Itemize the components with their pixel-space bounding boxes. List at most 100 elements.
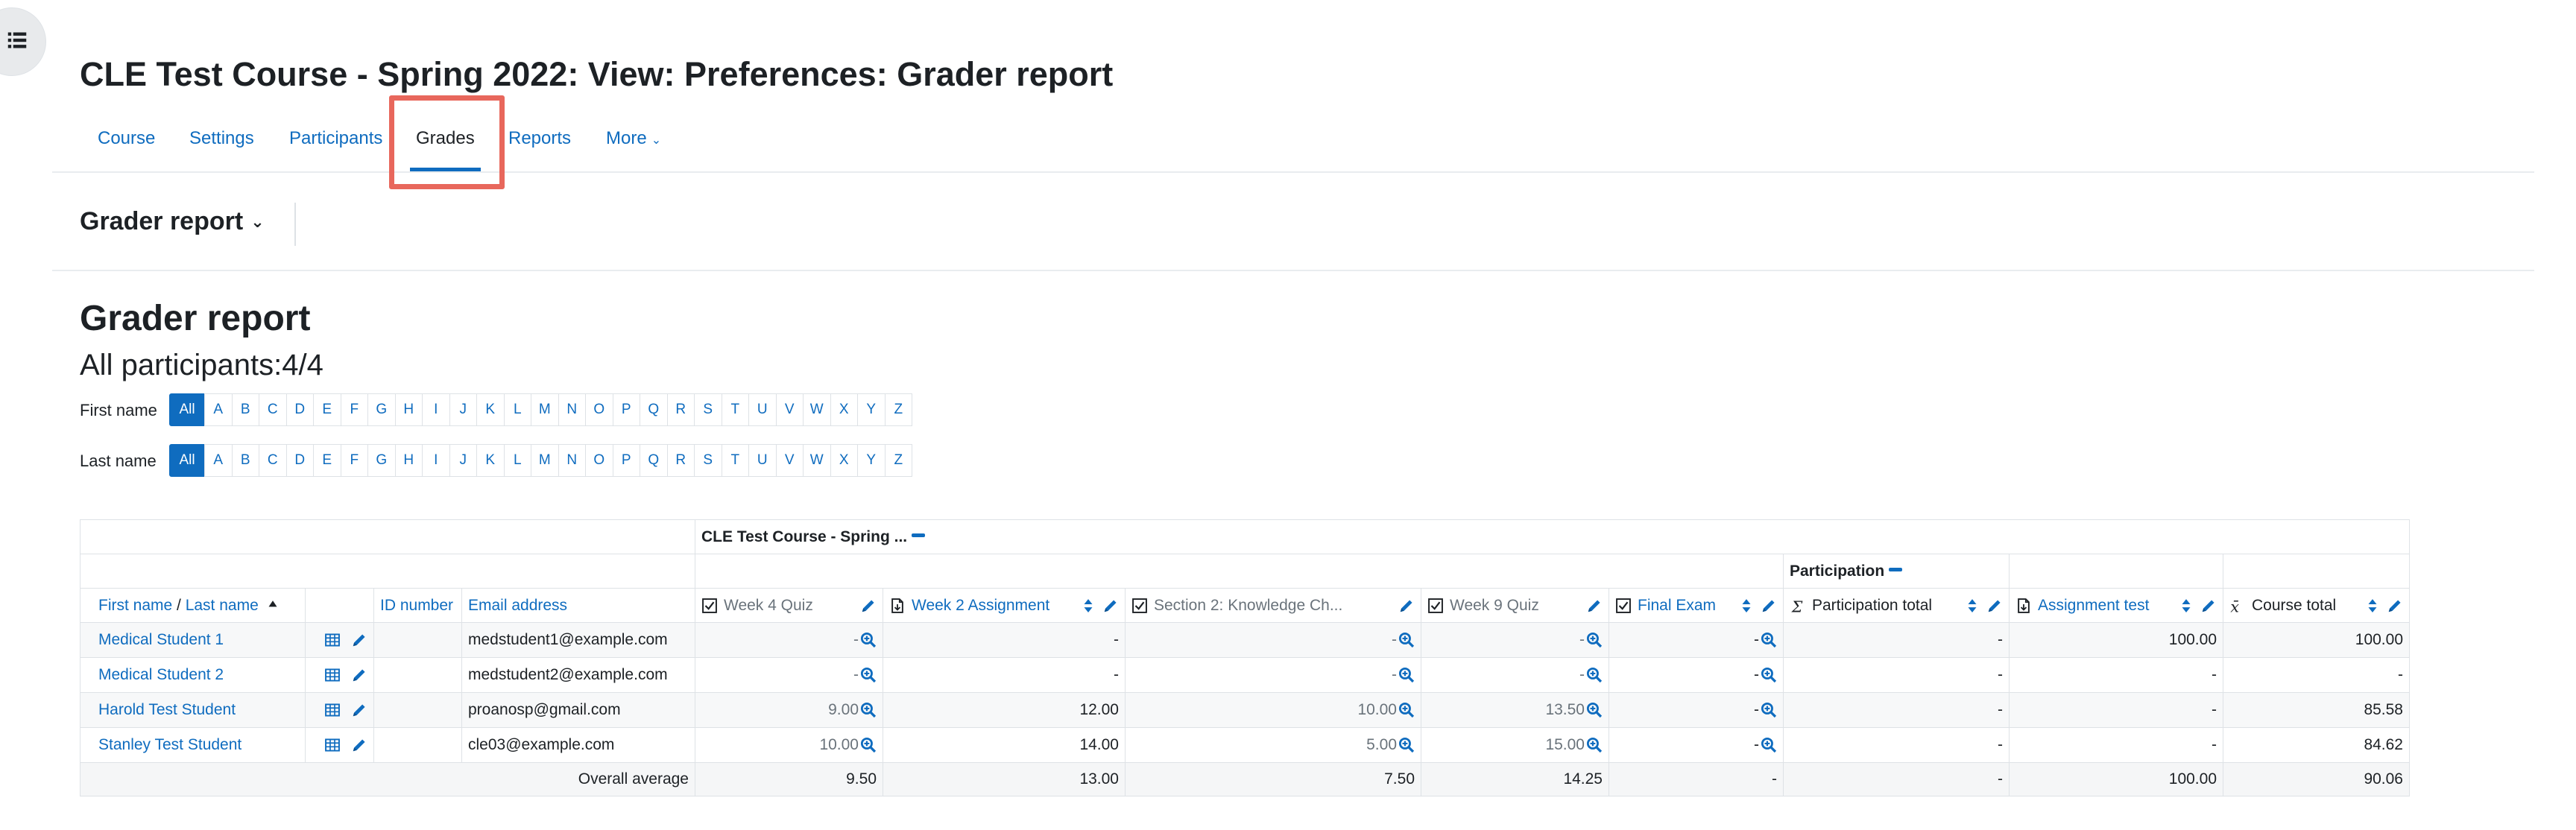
last-initial-all[interactable]: All [169, 444, 205, 477]
last-initial-i[interactable]: I [422, 444, 450, 477]
grade-cell[interactable]: - [1421, 657, 1609, 693]
last-initial-y[interactable]: Y [857, 444, 886, 477]
first-initial-z[interactable]: Z [884, 393, 912, 426]
last-initial-f[interactable]: F [340, 444, 368, 477]
last-initial-j[interactable]: J [449, 444, 477, 477]
zoom-in-icon[interactable] [860, 667, 877, 683]
grade-cell[interactable]: - [2009, 727, 2223, 763]
collapse-icon[interactable] [1889, 567, 1903, 571]
last-initial-m[interactable]: M [531, 444, 559, 477]
grade-cell[interactable]: - [1783, 622, 2010, 658]
last-initial-x[interactable]: X [830, 444, 858, 477]
pencil-icon[interactable] [1586, 598, 1603, 614]
grade-cell[interactable]: - [2009, 692, 2223, 728]
grade-cell[interactable]: - [1609, 727, 1784, 763]
last-initial-n[interactable]: N [558, 444, 586, 477]
sort-icon[interactable] [1738, 598, 1755, 614]
grade-cell[interactable]: - [1783, 657, 2010, 693]
pencil-icon[interactable] [1986, 598, 2003, 614]
last-initial-c[interactable]: C [259, 444, 287, 477]
grade-cell[interactable]: 5.00 [1125, 727, 1421, 763]
first-initial-j[interactable]: J [449, 393, 477, 426]
pencil-icon[interactable] [351, 737, 367, 753]
grade-cell[interactable]: - [1125, 657, 1421, 693]
grade-cell[interactable]: 100.00 [2223, 622, 2410, 658]
zoom-in-icon[interactable] [1761, 702, 1777, 718]
last-initial-g[interactable]: G [367, 444, 396, 477]
table-icon[interactable] [324, 667, 341, 683]
grade-cell[interactable]: 12.00 [883, 692, 1126, 728]
first-initial-d[interactable]: D [285, 393, 314, 426]
first-initial-v[interactable]: V [775, 393, 804, 426]
pencil-icon[interactable] [1398, 598, 1415, 614]
grade-cell[interactable]: - [1783, 727, 2010, 763]
first-initial-b[interactable]: B [231, 393, 259, 426]
first-initial-i[interactable]: I [422, 393, 450, 426]
last-initial-d[interactable]: D [285, 444, 314, 477]
tab-settings[interactable]: Settings [189, 98, 254, 171]
last-initial-v[interactable]: V [775, 444, 804, 477]
last-initial-e[interactable]: E [313, 444, 341, 477]
grade-cell[interactable]: - [1609, 692, 1784, 728]
last-initial-w[interactable]: W [803, 444, 831, 477]
zoom-in-icon[interactable] [860, 702, 877, 718]
first-initial-a[interactable]: A [204, 393, 233, 426]
last-initial-k[interactable]: K [476, 444, 505, 477]
tab-participants[interactable]: Participants [289, 98, 382, 171]
student-name-link[interactable]: Stanley Test Student [86, 736, 242, 753]
table-icon[interactable] [324, 702, 341, 718]
grade-cell[interactable]: - [883, 657, 1126, 693]
pencil-icon[interactable] [351, 632, 367, 648]
first-initial-all[interactable]: All [169, 393, 205, 426]
sort-last-name[interactable]: Last name [186, 597, 259, 614]
last-initial-z[interactable]: Z [884, 444, 912, 477]
first-initial-s[interactable]: S [694, 393, 722, 426]
grade-cell[interactable]: - [2009, 657, 2223, 693]
report-selector[interactable]: Grader report ⌄ [80, 207, 265, 236]
collapse-icon[interactable] [912, 533, 926, 537]
grade-cell[interactable]: - [883, 622, 1126, 658]
grade-cell[interactable]: 84.62 [2223, 727, 2410, 763]
zoom-in-icon[interactable] [1398, 737, 1415, 753]
grade-cell[interactable]: - [695, 657, 883, 693]
grade-cell[interactable]: - [1125, 622, 1421, 658]
zoom-in-icon[interactable] [1586, 667, 1603, 683]
tab-course[interactable]: Course [98, 98, 155, 171]
zoom-in-icon[interactable] [1398, 632, 1415, 648]
pencil-icon[interactable] [1102, 598, 1119, 614]
tab-more[interactable]: More ⌄ [606, 98, 661, 171]
first-initial-x[interactable]: X [830, 393, 858, 426]
sort-icon[interactable] [2364, 598, 2381, 614]
first-initial-p[interactable]: P [612, 393, 640, 426]
sort-icon[interactable] [1964, 598, 1980, 614]
grade-cell[interactable]: - [1421, 622, 1609, 658]
zoom-in-icon[interactable] [1586, 702, 1603, 718]
sort-icon[interactable] [1080, 598, 1096, 614]
first-initial-c[interactable]: C [259, 393, 287, 426]
first-initial-y[interactable]: Y [857, 393, 886, 426]
grade-cell[interactable]: - [695, 622, 883, 658]
grade-cell[interactable]: 10.00 [1125, 692, 1421, 728]
grade-cell[interactable]: - [1609, 657, 1784, 693]
course-index-toggle[interactable] [0, 7, 46, 76]
zoom-in-icon[interactable] [1761, 632, 1777, 648]
first-initial-u[interactable]: U [748, 393, 777, 426]
first-initial-n[interactable]: N [558, 393, 586, 426]
last-initial-r[interactable]: R [666, 444, 695, 477]
student-name-link[interactable]: Harold Test Student [86, 701, 236, 718]
first-initial-f[interactable]: F [340, 393, 368, 426]
zoom-in-icon[interactable] [1761, 737, 1777, 753]
pencil-icon[interactable] [2200, 598, 2217, 614]
tab-grades[interactable]: Grades [410, 98, 481, 171]
grade-cell[interactable]: 14.00 [883, 727, 1126, 763]
zoom-in-icon[interactable] [1761, 667, 1777, 683]
zoom-in-icon[interactable] [1398, 667, 1415, 683]
pencil-icon[interactable] [1761, 598, 1777, 614]
first-initial-k[interactable]: K [476, 393, 505, 426]
item-header-label[interactable]: Final Exam [1638, 597, 1732, 615]
last-initial-b[interactable]: B [231, 444, 259, 477]
student-name-link[interactable]: Medical Student 1 [86, 631, 224, 648]
table-icon[interactable] [324, 632, 341, 648]
last-initial-h[interactable]: H [394, 444, 423, 477]
first-initial-l[interactable]: L [503, 393, 531, 426]
